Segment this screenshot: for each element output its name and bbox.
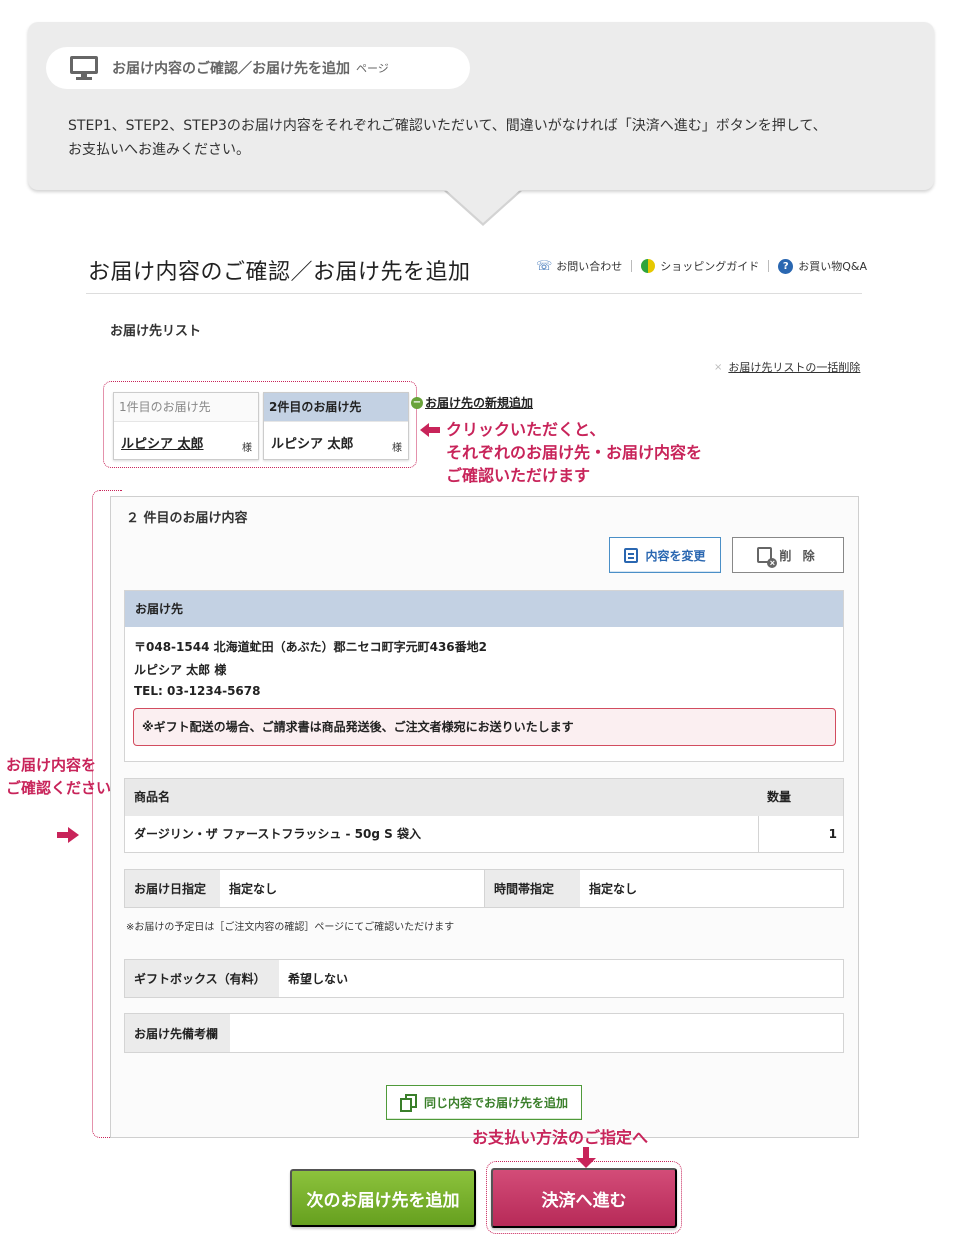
address-card: お届け先 〒048-1544 北海道虻田（あぶた）郡ニセコ町字元町436番地2 … — [124, 590, 844, 762]
monitor-icon — [70, 56, 98, 80]
recipient-tab-honorific: 様 — [242, 443, 252, 454]
item-qty-cell: 1 — [828, 827, 837, 841]
contact-link[interactable]: ☏ お問い合わせ — [536, 258, 622, 274]
shopping-guide-link-label: ショッピングガイド — [660, 260, 760, 273]
phone-icon: ☏ — [536, 258, 553, 274]
add-new-recipient-link[interactable]: − お届け先の新規追加 — [411, 394, 533, 411]
tabs-annotation-line1: クリックいただくと、 — [446, 420, 606, 439]
shopping-guide-link[interactable]: ショッピングガイド — [641, 258, 759, 274]
item-name-header: 商品名 — [125, 779, 759, 816]
tabs-annotation-line2: それぞれのお届け先・お届け内容を — [446, 443, 703, 462]
faq-link[interactable]: ? お買い物Q&A — [778, 258, 867, 274]
recipient-tab-name: ルピシア 太郎 — [121, 437, 204, 452]
header-link-divider — [768, 260, 770, 272]
remarks-row: お届け先備考欄 — [124, 1013, 844, 1053]
header-links: ☏ お問い合わせ ショッピングガイド ? お買い物Q&A — [536, 258, 867, 274]
header-link-divider — [631, 260, 633, 272]
header-divider — [86, 293, 862, 294]
close-icon: × — [714, 361, 723, 373]
add-same-recipient-button[interactable]: 同じ内容でお届け先を追加 — [386, 1085, 582, 1120]
delivery-schedule-row: お届け日指定 指定なし 時間帯指定 指定なし — [124, 869, 844, 908]
remarks-value — [230, 1014, 843, 1052]
leaf-icon — [641, 259, 656, 273]
page-title: お届け内容のご確認／お届け先を追加 — [88, 260, 471, 285]
edit-document-icon — [624, 547, 639, 563]
intro-title-suffix: ページ — [356, 62, 389, 75]
delivery-date-value: 指定なし — [229, 882, 278, 896]
delivery-detail-title: ２ 件目のお届け内容 — [126, 511, 248, 526]
copy-icon — [399, 1093, 418, 1112]
payment-annotation: お支払い方法のご指定へ — [472, 1128, 649, 1147]
address-tel: TEL: 03-1234-5678 — [134, 684, 261, 698]
add-same-recipient-label: 同じ内容でお届け先を追加 — [423, 1096, 568, 1110]
intro-description-line2: お支払いへお進みください。 — [68, 142, 250, 158]
arrow-left-icon — [420, 423, 440, 437]
delivery-time-label: 時間帯指定 — [485, 870, 580, 907]
intro-title: お届け内容のご確認／お届け先を追加 — [112, 61, 350, 77]
edit-contents-label: 内容を変更 — [645, 548, 706, 563]
edit-contents-button[interactable]: 内容を変更 — [609, 537, 721, 573]
remarks-label: お届け先備考欄 — [125, 1014, 230, 1052]
proceed-to-payment-button[interactable]: 決済へ進む — [491, 1168, 677, 1228]
arrow-right-icon — [57, 827, 79, 843]
contact-link-label: お問い合わせ — [556, 260, 623, 273]
recipient-tab-2[interactable]: 2件目のお届け先 ルピシア 太郎 様 — [263, 392, 409, 460]
item-table: 商品名 数量 ダージリン・ザ ファーストフラッシュ - 50g S 袋入 1 — [124, 778, 844, 853]
bubble-tail — [445, 189, 521, 223]
delete-document-icon — [757, 547, 778, 568]
tabs-annotation-line3: ご確認いただけます — [446, 466, 591, 485]
recipient-tab-heading: 2件目のお届け先 — [264, 393, 408, 422]
delivery-date-label: お届け日指定 — [125, 870, 220, 907]
item-name-cell: ダージリン・ザ ファーストフラッシュ - 50g S 袋入 — [134, 827, 421, 841]
address-name: ルピシア 太郎 様 — [134, 663, 227, 677]
add-next-recipient-button[interactable]: 次のお届け先を追加 — [290, 1169, 476, 1227]
gift-box-value: 希望しない — [288, 972, 349, 986]
gift-box-label: ギフトボックス（有料） — [125, 960, 279, 997]
gift-box-row: ギフトボックス（有料） 希望しない — [124, 959, 844, 998]
address-heading: お届け先 — [125, 591, 843, 627]
recipient-tab-honorific: 様 — [392, 443, 402, 454]
question-icon: ? — [778, 258, 794, 274]
add-new-recipient-label: お届け先の新規追加 — [425, 396, 534, 410]
tabs-annotation: クリックいただくと、 それぞれのお届け先・お届け内容を ご確認いただけます — [446, 418, 702, 487]
bulk-delete-link[interactable]: × お届け先リストの一括削除 — [714, 359, 860, 375]
delivery-date-note: ※お届けの予定日は［ご注文内容の確認］ページにてご確認いただけます — [126, 922, 455, 933]
address-postal: 〒048-1544 北海道虻田（あぶた）郡ニセコ町字元町436番地2 — [134, 640, 488, 654]
confirm-annotation: お届け内容を ご確認ください — [6, 754, 111, 800]
recipient-tab-1[interactable]: 1件目のお届け先 ルピシア 太郎 様 — [113, 392, 259, 460]
confirm-annotation-line1: お届け内容を — [6, 756, 97, 774]
intro-pill: お届け内容のご確認／お届け先を追加 ページ — [46, 47, 470, 89]
delete-label: 削 除 — [779, 548, 819, 563]
gift-invoice-notice: ※ギフト配送の場合、ご請求書は商品発送後、ご注文者様宛にお送りいたします — [133, 708, 836, 746]
confirm-annotation-line2: ご確認ください — [6, 779, 112, 797]
item-qty-header: 数量 — [759, 779, 843, 816]
delete-button[interactable]: 削 除 — [732, 537, 844, 573]
recipient-tab-name: ルピシア 太郎 — [271, 437, 354, 452]
delivery-time-value: 指定なし — [589, 882, 638, 896]
recipient-tab-heading: 1件目のお届け先 — [114, 393, 258, 422]
intro-description: STEP1、STEP2、STEP3のお届け内容をそれぞれご確認いただいて、間違い… — [68, 114, 908, 162]
bulk-delete-label: お届け先リストの一括削除 — [728, 361, 861, 374]
intro-description-line1: STEP1、STEP2、STEP3のお届け内容をそれぞれご確認いただいて、間違い… — [68, 118, 827, 134]
faq-link-label: お買い物Q&A — [798, 260, 868, 273]
minus-circle-icon: − — [411, 396, 423, 409]
recipient-list-label: お届け先リスト — [110, 324, 202, 339]
